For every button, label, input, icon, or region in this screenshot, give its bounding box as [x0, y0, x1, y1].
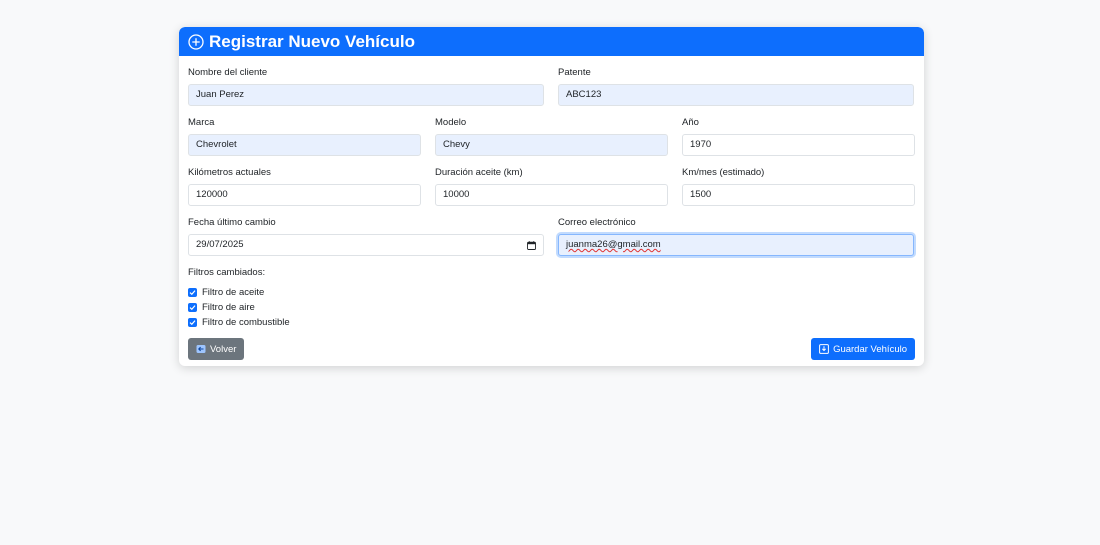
form-actions: Volver Guardar Vehículo: [188, 338, 915, 360]
cliente-input[interactable]: Juan Perez: [188, 84, 544, 106]
plus-circle-icon: [188, 33, 204, 50]
correo-value: juanma26@gmail.com: [566, 239, 661, 250]
marca-field-group: Marca Chevrolet: [188, 117, 421, 156]
km-mes-field-group: Km/mes (estimado) 1500: [682, 167, 915, 206]
duracion-aceite-field-group: Duración aceite (km) 10000: [435, 167, 668, 206]
marca-input[interactable]: Chevrolet: [188, 134, 421, 156]
fecha-label: Fecha último cambio: [188, 217, 276, 228]
duracion-aceite-input[interactable]: 10000: [435, 184, 668, 206]
anio-field-group: Año 1970: [682, 117, 915, 156]
km-mes-label: Km/mes (estimado): [682, 167, 765, 178]
patente-label: Patente: [558, 67, 591, 78]
patente-input[interactable]: ABC123: [558, 84, 914, 106]
filters-title: Filtros cambiados:: [188, 267, 266, 278]
marca-label: Marca: [188, 117, 215, 128]
form-row-2: Marca Chevrolet Modelo Chevy Año 1970: [188, 117, 915, 156]
km-mes-value: 1500: [690, 189, 712, 200]
cliente-label: Nombre del cliente: [188, 67, 268, 78]
patente-field-group: Patente ABC123: [558, 67, 914, 106]
marca-value: Chevrolet: [196, 139, 237, 150]
back-button[interactable]: Volver: [188, 338, 245, 360]
cliente-value: Juan Perez: [196, 89, 245, 100]
form-body: Nombre del cliente Juan Perez Patente AB…: [179, 67, 924, 360]
duracion-aceite-value: 10000: [443, 189, 470, 200]
km-mes-input[interactable]: 1500: [682, 184, 915, 206]
km-actuales-label: Kilómetros actuales: [188, 167, 271, 178]
filter-combustible-label: Filtro de combustible: [202, 317, 290, 328]
filter-combustible-row[interactable]: Filtro de combustible: [188, 315, 915, 330]
fecha-value: 29/07/2025: [196, 239, 244, 250]
back-button-label: Volver: [210, 343, 237, 355]
modelo-label: Modelo: [435, 117, 467, 128]
filter-aire-label: Filtro de aire: [202, 302, 255, 313]
filter-aire-row[interactable]: Filtro de aire: [188, 300, 915, 315]
arrow-left-icon: [196, 344, 206, 354]
modelo-value: Chevy: [443, 139, 470, 150]
km-actuales-input[interactable]: 120000: [188, 184, 421, 206]
km-actuales-field-group: Kilómetros actuales 120000: [188, 167, 421, 206]
km-actuales-value: 120000: [196, 189, 228, 200]
filter-combustible-checkbox[interactable]: [188, 318, 197, 327]
correo-label: Correo electrónico: [558, 217, 636, 228]
download-save-icon: [819, 344, 829, 354]
calendar-icon[interactable]: [527, 240, 536, 250]
duracion-aceite-label: Duración aceite (km): [435, 167, 523, 178]
filter-aire-checkbox[interactable]: [188, 303, 197, 312]
form-row-4: Fecha último cambio 29/07/2025 Correo el…: [188, 217, 915, 256]
fecha-field-group: Fecha último cambio 29/07/2025: [188, 217, 544, 256]
patente-value: ABC123: [566, 89, 602, 100]
filter-aceite-checkbox[interactable]: [188, 288, 197, 297]
anio-label: Año: [682, 117, 699, 128]
save-vehicle-button[interactable]: Guardar Vehículo: [811, 338, 915, 360]
filter-aceite-row[interactable]: Filtro de aceite: [188, 285, 915, 300]
modelo-field-group: Modelo Chevy: [435, 117, 668, 156]
save-button-label: Guardar Vehículo: [833, 343, 907, 355]
form-row-1: Nombre del cliente Juan Perez Patente AB…: [188, 67, 915, 106]
modelo-input[interactable]: Chevy: [435, 134, 668, 156]
anio-value: 1970: [690, 139, 712, 150]
filter-aceite-label: Filtro de aceite: [202, 287, 265, 298]
correo-input[interactable]: juanma26@gmail.com: [558, 234, 914, 256]
fecha-input[interactable]: 29/07/2025: [188, 234, 544, 256]
card-header: Registrar Nuevo Vehículo: [179, 27, 924, 56]
page-title: Registrar Nuevo Vehículo: [209, 31, 415, 51]
correo-field-group: Correo electrónico juanma26@gmail.com: [558, 217, 914, 256]
cliente-field-group: Nombre del cliente Juan Perez: [188, 67, 544, 106]
anio-input[interactable]: 1970: [682, 134, 915, 156]
form-row-3: Kilómetros actuales 120000 Duración acei…: [188, 167, 915, 206]
vehicle-form-card: Registrar Nuevo Vehículo Nombre del clie…: [179, 27, 924, 366]
